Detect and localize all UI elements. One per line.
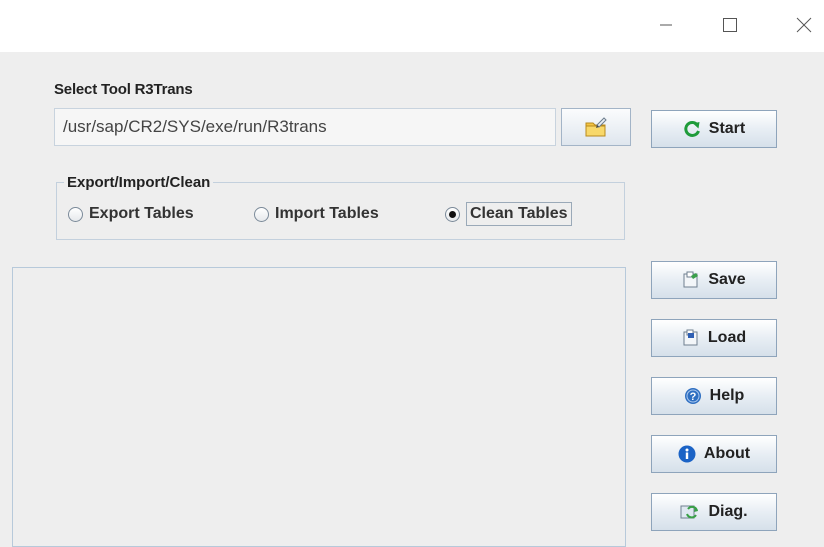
browse-button[interactable] <box>561 108 631 146</box>
load-icon <box>682 329 700 347</box>
radio-circle-selected <box>445 206 460 222</box>
radio-import-tables[interactable]: Import Tables <box>254 201 379 227</box>
maximize-icon <box>723 18 737 32</box>
radio-clean-tables[interactable]: Clean Tables <box>445 201 572 227</box>
about-button-label: About <box>703 445 751 462</box>
diag-button[interactable]: Diag. <box>651 493 777 531</box>
load-button-label: Load <box>707 329 747 346</box>
mode-group-title: Export/Import/Clean <box>64 174 214 191</box>
tool-path-value: /usr/sap/CR2/SYS/exe/run/R3trans <box>63 117 327 136</box>
maximize-button[interactable] <box>710 10 750 40</box>
help-icon: ? <box>684 387 702 405</box>
start-button-label: Start <box>708 120 746 137</box>
title-bar <box>0 0 824 52</box>
folder-edit-icon <box>585 117 607 137</box>
help-button[interactable]: ? Help <box>651 377 777 415</box>
radio-label: Export Tables <box>89 205 194 222</box>
radio-label: Import Tables <box>275 205 379 222</box>
info-icon <box>678 445 696 463</box>
radio-circle <box>254 206 269 222</box>
minimize-button[interactable] <box>646 10 686 40</box>
radio-label: Clean Tables <box>466 202 572 226</box>
load-button[interactable]: Load <box>651 319 777 357</box>
close-icon <box>796 17 812 33</box>
diag-button-label: Diag. <box>708 503 748 520</box>
output-panel <box>12 267 626 547</box>
radio-circle <box>68 206 83 222</box>
diagnostic-icon <box>680 503 700 521</box>
svg-text:?: ? <box>689 391 696 403</box>
tool-path-field[interactable]: /usr/sap/CR2/SYS/exe/run/R3trans <box>54 108 556 146</box>
refresh-icon <box>683 120 701 138</box>
save-button-label: Save <box>708 271 746 288</box>
radio-export-tables[interactable]: Export Tables <box>68 201 194 227</box>
start-button[interactable]: Start <box>651 110 777 148</box>
close-button[interactable] <box>784 10 824 40</box>
about-button[interactable]: About <box>651 435 777 473</box>
save-button[interactable]: Save <box>651 261 777 299</box>
help-button-label: Help <box>709 387 745 404</box>
save-icon <box>682 271 700 289</box>
minimize-icon <box>660 24 672 26</box>
select-tool-label: Select Tool R3Trans <box>54 81 193 98</box>
